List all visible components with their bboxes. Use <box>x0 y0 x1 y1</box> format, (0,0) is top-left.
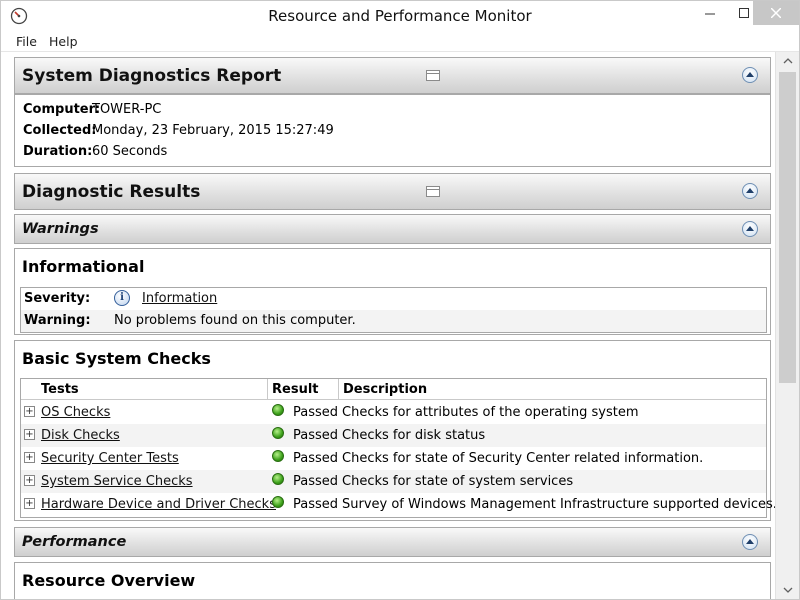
collapse-icon[interactable] <box>742 534 758 550</box>
test-link[interactable]: Hardware Device and Driver Checks <box>41 497 276 512</box>
section-header-performance[interactable]: Performance <box>14 527 771 557</box>
informational-title: Informational <box>22 257 145 276</box>
close-button[interactable] <box>753 1 799 25</box>
table-row: + System Service Checks Passed Checks fo… <box>21 470 766 493</box>
maximize-icon <box>739 8 749 18</box>
basic-system-checks-panel: Basic System Checks Tests Result Descrip… <box>14 340 775 521</box>
section-title: Performance <box>22 534 127 550</box>
passed-status-icon <box>272 473 284 485</box>
expand-icon[interactable]: + <box>24 498 35 509</box>
table-row: + Security Center Tests Passed Checks fo… <box>21 447 766 470</box>
result-value: Passed <box>293 405 339 420</box>
window-title: Resource and Performance Monitor <box>268 7 532 25</box>
header-description[interactable]: Description <box>343 382 427 397</box>
info-icon: i <box>114 290 130 306</box>
section-title: Diagnostic Results <box>22 182 201 202</box>
result-value: Passed <box>293 474 339 489</box>
table-header: Tests Result Description <box>21 379 766 400</box>
scroll-down-button[interactable] <box>776 581 800 599</box>
result-value: Passed <box>293 497 339 512</box>
scroll-thumb[interactable] <box>779 72 796 383</box>
description-value: Checks for state of system services <box>342 474 574 489</box>
section-header-diagnostic-results[interactable]: Diagnostic Results <box>14 173 771 210</box>
passed-status-icon <box>272 450 284 462</box>
severity-link[interactable]: Information <box>142 291 217 306</box>
section-title: System Diagnostics Report <box>22 66 282 86</box>
table-row: + OS Checks Passed Checks for attributes… <box>21 401 766 424</box>
menu-file[interactable]: File <box>16 34 37 49</box>
informational-panel: Informational Severity: i Information Wa… <box>14 248 771 335</box>
section-header-system-diagnostics-report[interactable]: System Diagnostics Report <box>14 57 771 94</box>
expand-icon[interactable]: + <box>24 429 35 440</box>
warning-label: Warning: <box>24 313 91 328</box>
passed-status-icon <box>272 496 284 508</box>
minimize-icon <box>705 13 715 15</box>
test-link[interactable]: System Service Checks <box>41 474 193 489</box>
collapse-icon[interactable] <box>742 67 758 83</box>
duration-label: Duration: <box>23 144 93 159</box>
calendar-icon[interactable] <box>426 186 440 197</box>
passed-status-icon <box>272 404 284 416</box>
collapse-icon[interactable] <box>742 221 758 237</box>
title-bar[interactable]: Resource and Performance Monitor <box>1 1 799 32</box>
column-separator <box>338 379 339 400</box>
result-value: Passed <box>293 451 339 466</box>
computer-value: TOWER-PC <box>92 102 162 117</box>
column-separator <box>267 379 268 400</box>
chevron-down-icon <box>783 587 793 593</box>
test-link[interactable]: Disk Checks <box>41 428 120 443</box>
checks-table: Tests Result Description + OS Checks Pas… <box>20 378 775 518</box>
collected-label: Collected: <box>23 123 97 138</box>
expand-icon[interactable]: + <box>24 452 35 463</box>
basic-checks-title: Basic System Checks <box>22 349 211 368</box>
description-value: Survey of Windows Management Infrastruct… <box>342 497 775 512</box>
test-link[interactable]: Security Center Tests <box>41 451 179 466</box>
description-value: Checks for disk status <box>342 428 486 443</box>
result-value: Passed <box>293 428 339 443</box>
duration-row: Duration: 60 Seconds <box>23 144 167 159</box>
table-row: + Disk Checks Passed Checks for disk sta… <box>21 424 766 447</box>
close-icon <box>771 8 781 18</box>
header-tests[interactable]: Tests <box>41 382 79 397</box>
table-row: + Hardware Device and Driver Checks Pass… <box>21 493 775 516</box>
vertical-scrollbar[interactable] <box>775 52 799 599</box>
section-header-warnings[interactable]: Warnings <box>14 214 771 244</box>
menu-bar: File Help <box>1 32 799 52</box>
app-window: Resource and Performance Monitor File He… <box>0 0 800 600</box>
test-link[interactable]: OS Checks <box>41 405 110 420</box>
report-details: Computer: TOWER-PC Collected: Monday, 23… <box>14 94 771 167</box>
expand-icon[interactable]: + <box>24 475 35 486</box>
severity-row: Severity: i Information <box>21 288 766 310</box>
menu-help[interactable]: Help <box>49 34 78 49</box>
scroll-up-button[interactable] <box>776 52 800 70</box>
informational-table: Severity: i Information Warning: No prob… <box>20 287 767 333</box>
expand-icon[interactable]: + <box>24 406 35 417</box>
computer-row: Computer: TOWER-PC <box>23 102 161 117</box>
section-title: Warnings <box>22 221 99 237</box>
collected-row: Collected: Monday, 23 February, 2015 15:… <box>23 123 334 138</box>
warning-row: Warning: No problems found on this compu… <box>21 310 766 332</box>
minimize-button[interactable] <box>693 1 727 25</box>
collected-value: Monday, 23 February, 2015 15:27:49 <box>92 123 334 138</box>
calendar-icon[interactable] <box>426 70 440 81</box>
collapse-icon[interactable] <box>742 183 758 199</box>
passed-status-icon <box>272 427 284 439</box>
resource-overview-title: Resource Overview <box>22 571 196 590</box>
computer-label: Computer: <box>23 102 101 117</box>
warning-value: No problems found on this computer. <box>114 313 356 328</box>
chevron-up-icon <box>783 58 793 64</box>
duration-value: 60 Seconds <box>92 144 168 159</box>
resource-overview-panel: Resource Overview <box>14 562 771 599</box>
severity-label: Severity: <box>24 291 91 306</box>
description-value: Checks for attributes of the operating s… <box>342 405 639 420</box>
header-result[interactable]: Result <box>272 382 319 397</box>
report-content: System Diagnostics Report Computer: TOWE… <box>1 52 775 599</box>
description-value: Checks for state of Security Center rela… <box>342 451 704 466</box>
